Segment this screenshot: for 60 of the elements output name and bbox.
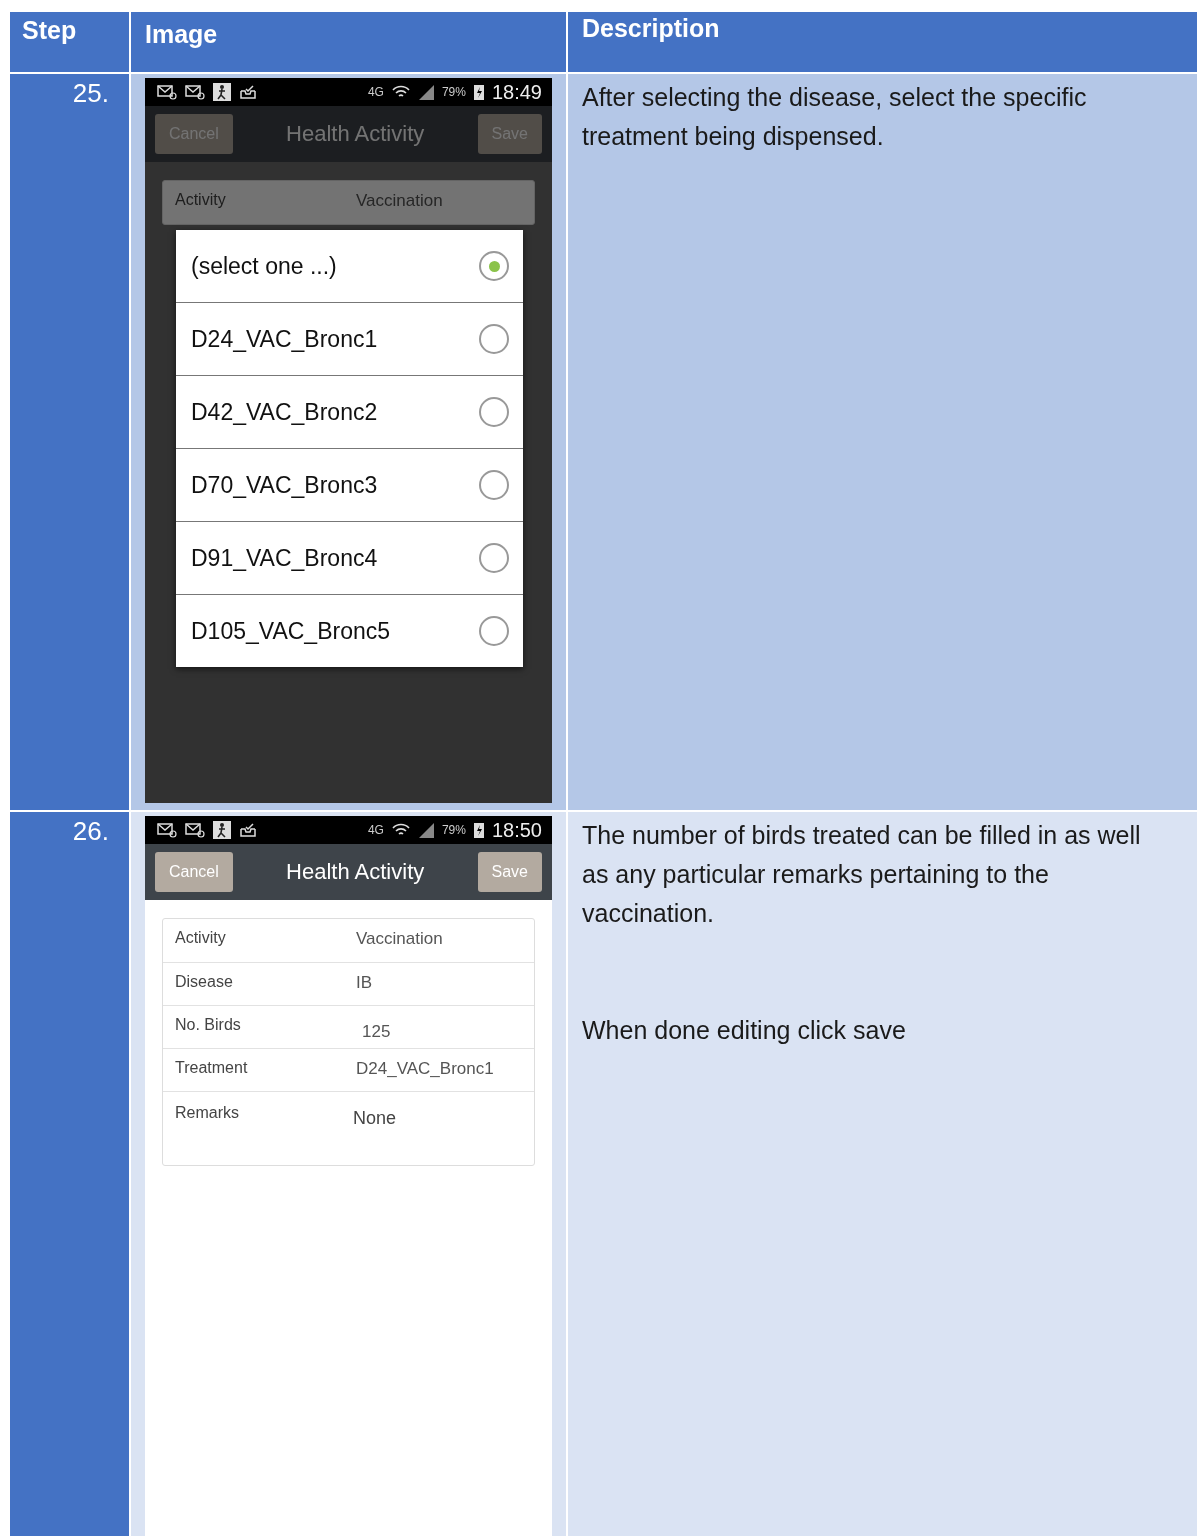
dialog-option[interactable]: (select one ...) — [176, 230, 523, 302]
field-label: Disease — [175, 973, 234, 992]
text-area[interactable]: None — [352, 1104, 522, 1158]
description-text: After selecting the disease, select the specific treatment being dispensed. — [582, 82, 1088, 152]
clock-time: 18:49 — [491, 80, 542, 104]
network-label: 4G — [367, 85, 384, 99]
description-text: The number of birds treated can be filled in as well as any particular remarks pertaining to the vaccination. — [582, 820, 1142, 929]
battery-percent: 79% — [441, 85, 466, 99]
field-value: Vaccination — [356, 191, 443, 212]
dialog-option[interactable]: D70_VAC_Bronc3 — [176, 448, 523, 521]
mail-icon — [157, 84, 177, 100]
option-label: D91_VAC_Bronc4 — [191, 544, 378, 572]
column-header: Image — [131, 12, 566, 72]
column-header: Description — [568, 12, 1197, 72]
battery-icon — [473, 84, 484, 100]
radio-button[interactable] — [479, 616, 509, 646]
mail-icon — [185, 822, 205, 838]
figure-icon — [213, 83, 231, 101]
field-label: Remarks — [175, 1104, 240, 1123]
battery-icon — [473, 822, 484, 838]
option-label: (select one ...) — [191, 252, 337, 280]
signal-icon — [417, 822, 434, 838]
screen-title: Health Activity — [285, 859, 426, 885]
dialog-option[interactable]: D42_VAC_Bronc2 — [176, 375, 523, 448]
tray-icon — [239, 822, 257, 838]
radio-button[interactable] — [479, 470, 509, 500]
field-label: Activity — [175, 929, 227, 948]
figure-icon — [213, 821, 231, 839]
option-label: D24_VAC_Bronc1 — [191, 325, 378, 353]
signal-icon — [417, 84, 434, 100]
field-label: Treatment — [175, 1059, 249, 1078]
description-text: When done editing click save — [582, 1015, 907, 1046]
radio-button[interactable] — [479, 251, 509, 281]
step-number: 25. — [10, 74, 129, 810]
field-label: No. Birds — [175, 1016, 242, 1035]
field-value: IB — [356, 973, 373, 994]
mail-icon — [185, 84, 205, 100]
network-label: 4G — [367, 823, 384, 837]
field-value: Vaccination — [356, 929, 443, 950]
option-label: D70_VAC_Bronc3 — [191, 471, 378, 499]
radio-button[interactable] — [479, 397, 509, 427]
input-field[interactable]: 125 — [356, 1016, 508, 1048]
dialog-option[interactable]: D91_VAC_Bronc4 — [176, 521, 523, 594]
radio-button[interactable] — [479, 324, 509, 354]
dialog-option[interactable]: D105_VAC_Bronc5 — [176, 594, 523, 667]
option-label: D105_VAC_Bronc5 — [191, 617, 391, 645]
wifi-icon — [391, 84, 410, 100]
wifi-icon — [391, 822, 410, 838]
mail-icon — [157, 822, 177, 838]
dialog-option[interactable]: D24_VAC_Bronc1 — [176, 302, 523, 375]
clock-time: 18:50 — [491, 818, 542, 842]
tray-icon — [239, 84, 257, 100]
option-label: D42_VAC_Bronc2 — [191, 398, 378, 426]
field-label: Activity — [175, 191, 227, 210]
battery-percent: 79% — [441, 823, 466, 837]
screen-title: Health Activity — [285, 121, 426, 147]
radio-button[interactable] — [479, 543, 509, 573]
column-header: Step — [10, 12, 129, 72]
step-number: 26. — [10, 812, 129, 1536]
field-value: D24_VAC_Bronc1 — [356, 1059, 494, 1080]
